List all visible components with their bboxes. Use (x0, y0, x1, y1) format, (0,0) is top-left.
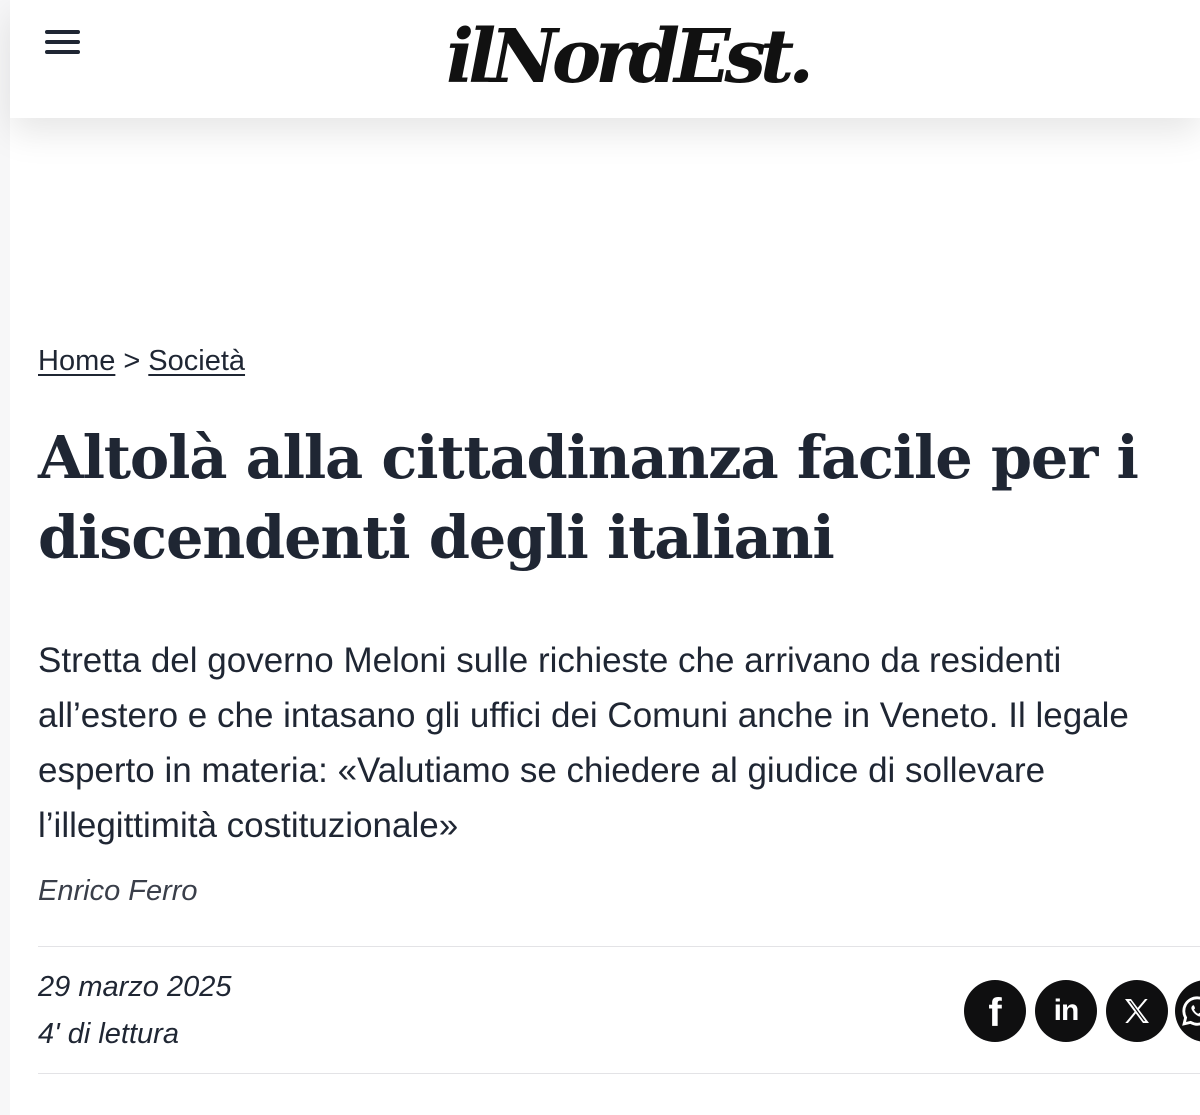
share-x-button[interactable] (1106, 980, 1168, 1042)
menu-line (45, 50, 80, 54)
share-whatsapp-button[interactable] (1175, 980, 1200, 1042)
site-header: ilNordEst. (10, 0, 1200, 118)
divider (38, 946, 1200, 947)
breadcrumb-section-link[interactable]: Società (148, 345, 245, 377)
breadcrumb-home-link[interactable]: Home (38, 345, 115, 377)
article-author: Enrico Ferro (38, 875, 198, 907)
menu-line (45, 40, 80, 44)
breadcrumb: Home > Società (38, 342, 245, 380)
whatsapp-icon (1182, 996, 1200, 1026)
article-subtitle: Stretta del governo Meloni sulle richies… (38, 641, 1129, 845)
facebook-icon: f (988, 991, 1002, 1035)
linkedin-icon: in (1053, 994, 1080, 1027)
page-edge (0, 0, 10, 1115)
breadcrumb-separator: > (123, 345, 141, 377)
hamburger-menu-icon[interactable] (40, 24, 86, 60)
menu-line (45, 30, 80, 34)
reading-time: 4' di lettura (38, 1018, 179, 1050)
publish-date: 29 marzo 2025 (38, 971, 232, 1003)
divider (38, 1073, 1200, 1074)
article-title: Altolà alla cittadinanza facile per i di… (38, 423, 1139, 572)
share-facebook-button[interactable]: f (964, 980, 1026, 1042)
site-logo[interactable]: ilNordEst. (446, 2, 814, 112)
share-linkedin-button[interactable]: in (1035, 980, 1097, 1042)
x-icon (1125, 999, 1149, 1023)
